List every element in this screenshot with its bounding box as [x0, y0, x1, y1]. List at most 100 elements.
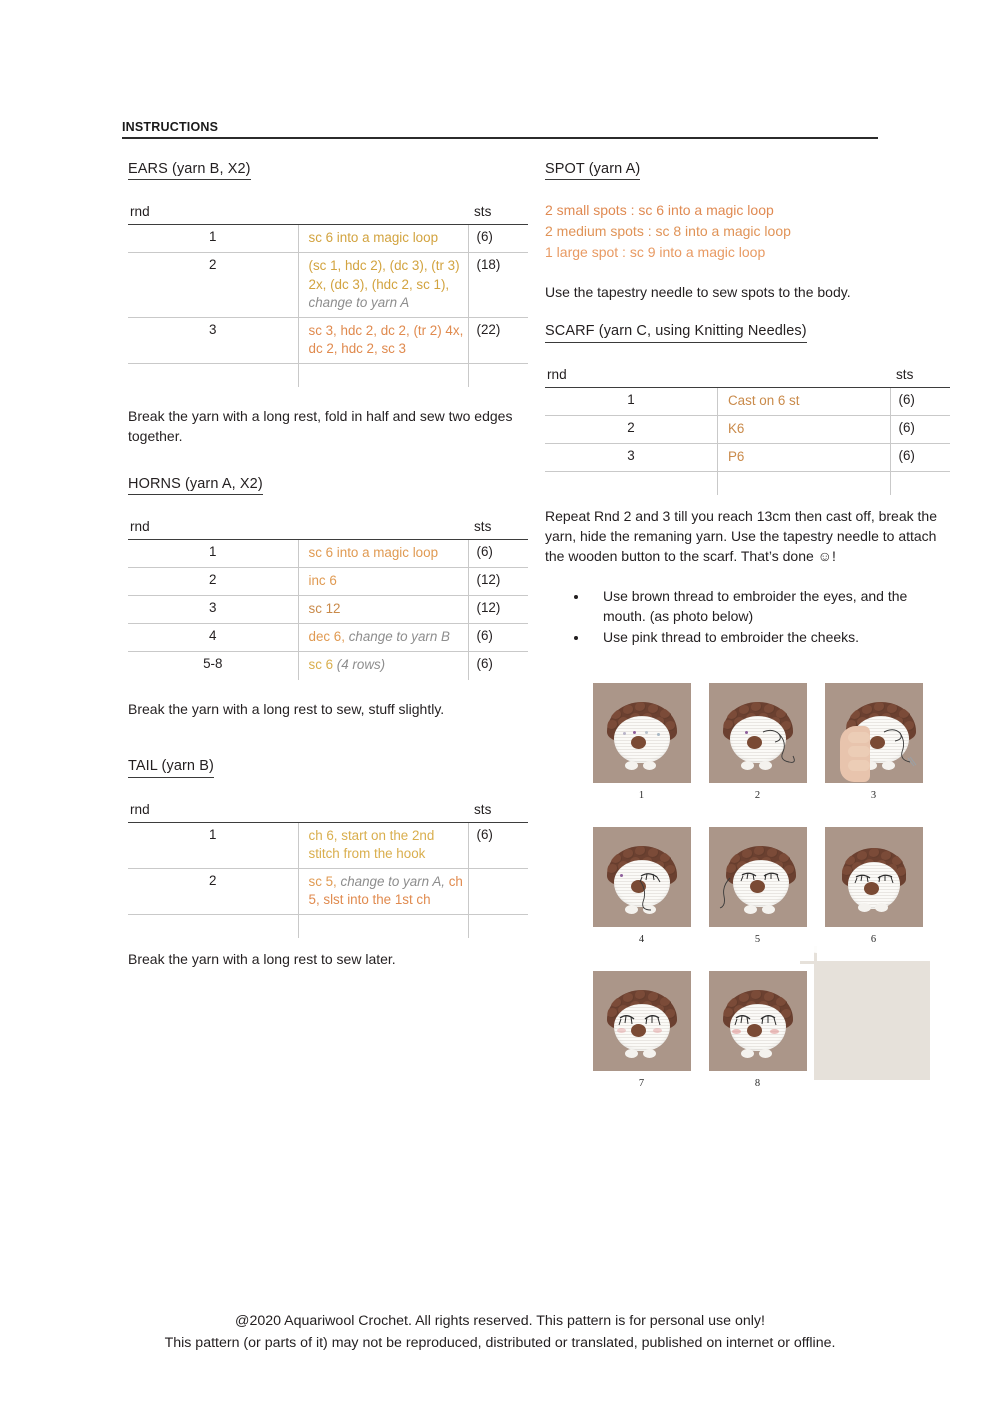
row-sts: (18)	[467, 252, 528, 318]
table-row: 1 Cast on 6 st (6)	[545, 387, 950, 416]
row-body: Cast on 6 st	[717, 387, 890, 416]
embroidered-eye	[740, 872, 757, 882]
row-rnd: 2	[128, 252, 298, 318]
header-divider	[122, 137, 878, 139]
table-row: 2 sc 5, change to yarn A, ch 5, slst int…	[128, 868, 528, 916]
row-rnd: 5-8	[203, 656, 223, 672]
scarf-col-rnd: rnd	[545, 362, 718, 388]
photo-grid: 1 2 3 4 5 6 7 8	[585, 676, 930, 1105]
row-sts: (12)	[467, 595, 528, 625]
photo-card: 1	[585, 676, 698, 817]
hand	[840, 726, 871, 782]
tail-table: rnd sts 1 ch 6, start on the 2nd stitch …	[128, 797, 528, 939]
tail-col-body	[298, 797, 468, 823]
photo-board: 1 2 3 4 5 6 7 8	[585, 676, 930, 1105]
row-rnd: 3	[128, 595, 298, 625]
photo-image-hedgehog-step-5	[708, 827, 807, 927]
table-row: 3 sc 12 (12)	[128, 595, 528, 625]
horns-after-text: Break the yarn with a long rest to sew, …	[128, 700, 445, 717]
photo-card: 8	[701, 964, 814, 1105]
embroidered-eye	[760, 1015, 776, 1026]
photo-caption: 1	[638, 790, 645, 801]
table-row-spacer	[545, 471, 950, 496]
spot-line: 1 large spot : sc 9 into a magic loop	[545, 243, 766, 260]
tail-col-rnd: rnd	[128, 797, 298, 823]
photo-card: 6	[817, 820, 930, 961]
embroidered-eye	[764, 872, 780, 882]
ears-col-sts: sts	[468, 200, 528, 226]
photo-image-hedgehog-step-2	[708, 683, 807, 783]
row-body: sc 12	[297, 595, 468, 625]
embroidered-eye	[877, 874, 893, 884]
tail-col-sts: sts	[468, 797, 528, 823]
photo-image-hedgehog-step-4	[592, 827, 691, 927]
table-row: 1 sc 6 into a magic loop (6)	[128, 224, 528, 254]
row-body: K6	[717, 415, 890, 445]
table-row: 3 P6 (6)	[545, 443, 950, 473]
photo-caption: 4	[638, 934, 645, 945]
row-rnd: 1	[128, 539, 298, 569]
spot-line: 2 medium spots : sc 8 into a magic loop	[545, 223, 791, 240]
row-sts: (6)	[467, 539, 528, 569]
row-body: ch 6, start on the 2nd stitch from the h…	[297, 822, 468, 870]
ears-col-rnd: rnd	[128, 200, 298, 226]
row-body: (sc 1, hdc 2), (dc 3), (tr 3) 2x, (dc 3)…	[297, 252, 468, 318]
embroidered-eye	[854, 874, 870, 884]
scarf-table: rnd sts 1 Cast on 6 st (6) 2 K6 (6) 3 P6…	[545, 362, 950, 496]
scarf-after-text: Repeat Rnd 2 and 3 till you reach 13cm t…	[545, 508, 937, 564]
embroidery-bullet-list: Use brown thread to embroider the eyes, …	[545, 587, 950, 649]
row-sts: (6)	[467, 224, 528, 254]
section-heading-spot: SPOT (yarn A)	[545, 161, 641, 181]
footer-line-2: This pattern (or parts of it) may not be…	[164, 1335, 836, 1351]
photo-card: 7	[585, 964, 698, 1105]
horns-col-sts: sts	[468, 515, 528, 541]
photo-caption: 8	[754, 1078, 761, 1089]
horns-col-rnd: rnd	[128, 515, 298, 541]
row-sts: (6)	[467, 623, 528, 653]
table-row: 1 sc 6 into a magic loop (6)	[128, 539, 528, 569]
horns-col-body	[298, 515, 468, 541]
section-heading-tail: TAIL (yarn B)	[128, 758, 214, 778]
page-title: INSTRUCTIONS	[122, 120, 219, 134]
row-rnd: 2	[128, 868, 298, 916]
horns-table: rnd sts 1 sc 6 into a magic loop (6) 2 i…	[128, 515, 528, 680]
row-body: sc 6 into a magic loop	[297, 539, 468, 569]
row-body: dec 6, change to yarn B	[297, 623, 468, 653]
photo-caption: 3	[870, 790, 877, 801]
row-sts	[467, 868, 528, 916]
table-row: 2 K6 (6)	[545, 415, 950, 445]
row-sts: (6)	[889, 443, 950, 473]
table-row: 5-8 sc 6 (4 rows) (6)	[128, 651, 528, 680]
row-rnd: 4	[128, 623, 298, 653]
scarf-col-body	[717, 362, 890, 388]
row-body-note: change to yarn B	[344, 629, 450, 645]
table-row: 4 dec 6, change to yarn B (6)	[128, 623, 528, 653]
embroidery-thread	[720, 877, 731, 909]
row-body-text: sc 6	[308, 657, 334, 673]
row-rnd: 1	[128, 224, 298, 254]
spot-line: 2 small spots : sc 6 into a magic loop	[545, 202, 774, 219]
photo-card: 3	[817, 676, 930, 817]
scarf-col-sts: sts	[890, 362, 950, 388]
photo-image-hedgehog-step-1	[592, 683, 691, 783]
photo-caption: 6	[870, 934, 877, 945]
row-body-note: change to yarn A,	[336, 874, 445, 890]
row-rnd: 2	[128, 567, 298, 597]
photo-card-empty	[817, 964, 930, 1105]
ears-table: rnd sts 1 sc 6 into a magic loop (6) 2 (…	[128, 200, 528, 387]
row-rnd: 2	[545, 415, 718, 445]
hedgehog-snout	[630, 736, 646, 749]
row-sts: (12)	[467, 567, 528, 597]
section-heading-scarf: SCARF (yarn C, using Knitting Needles)	[545, 323, 807, 343]
row-sts: (6)	[889, 387, 950, 416]
embroidery-thread	[762, 729, 795, 763]
ears-col-body	[298, 200, 468, 226]
row-body-note: change to yarn A	[308, 294, 410, 310]
photo-image-hedgehog-step-7	[592, 971, 691, 1071]
row-body: sc 5, change to yarn A, ch 5, slst into …	[297, 868, 468, 916]
table-row-spacer	[128, 363, 528, 387]
embroidered-eye	[644, 1015, 660, 1026]
photo-image-hedgehog-step-8	[708, 971, 807, 1071]
row-body-text: sc 5,	[308, 874, 337, 890]
photo-caption: 2	[754, 790, 761, 801]
